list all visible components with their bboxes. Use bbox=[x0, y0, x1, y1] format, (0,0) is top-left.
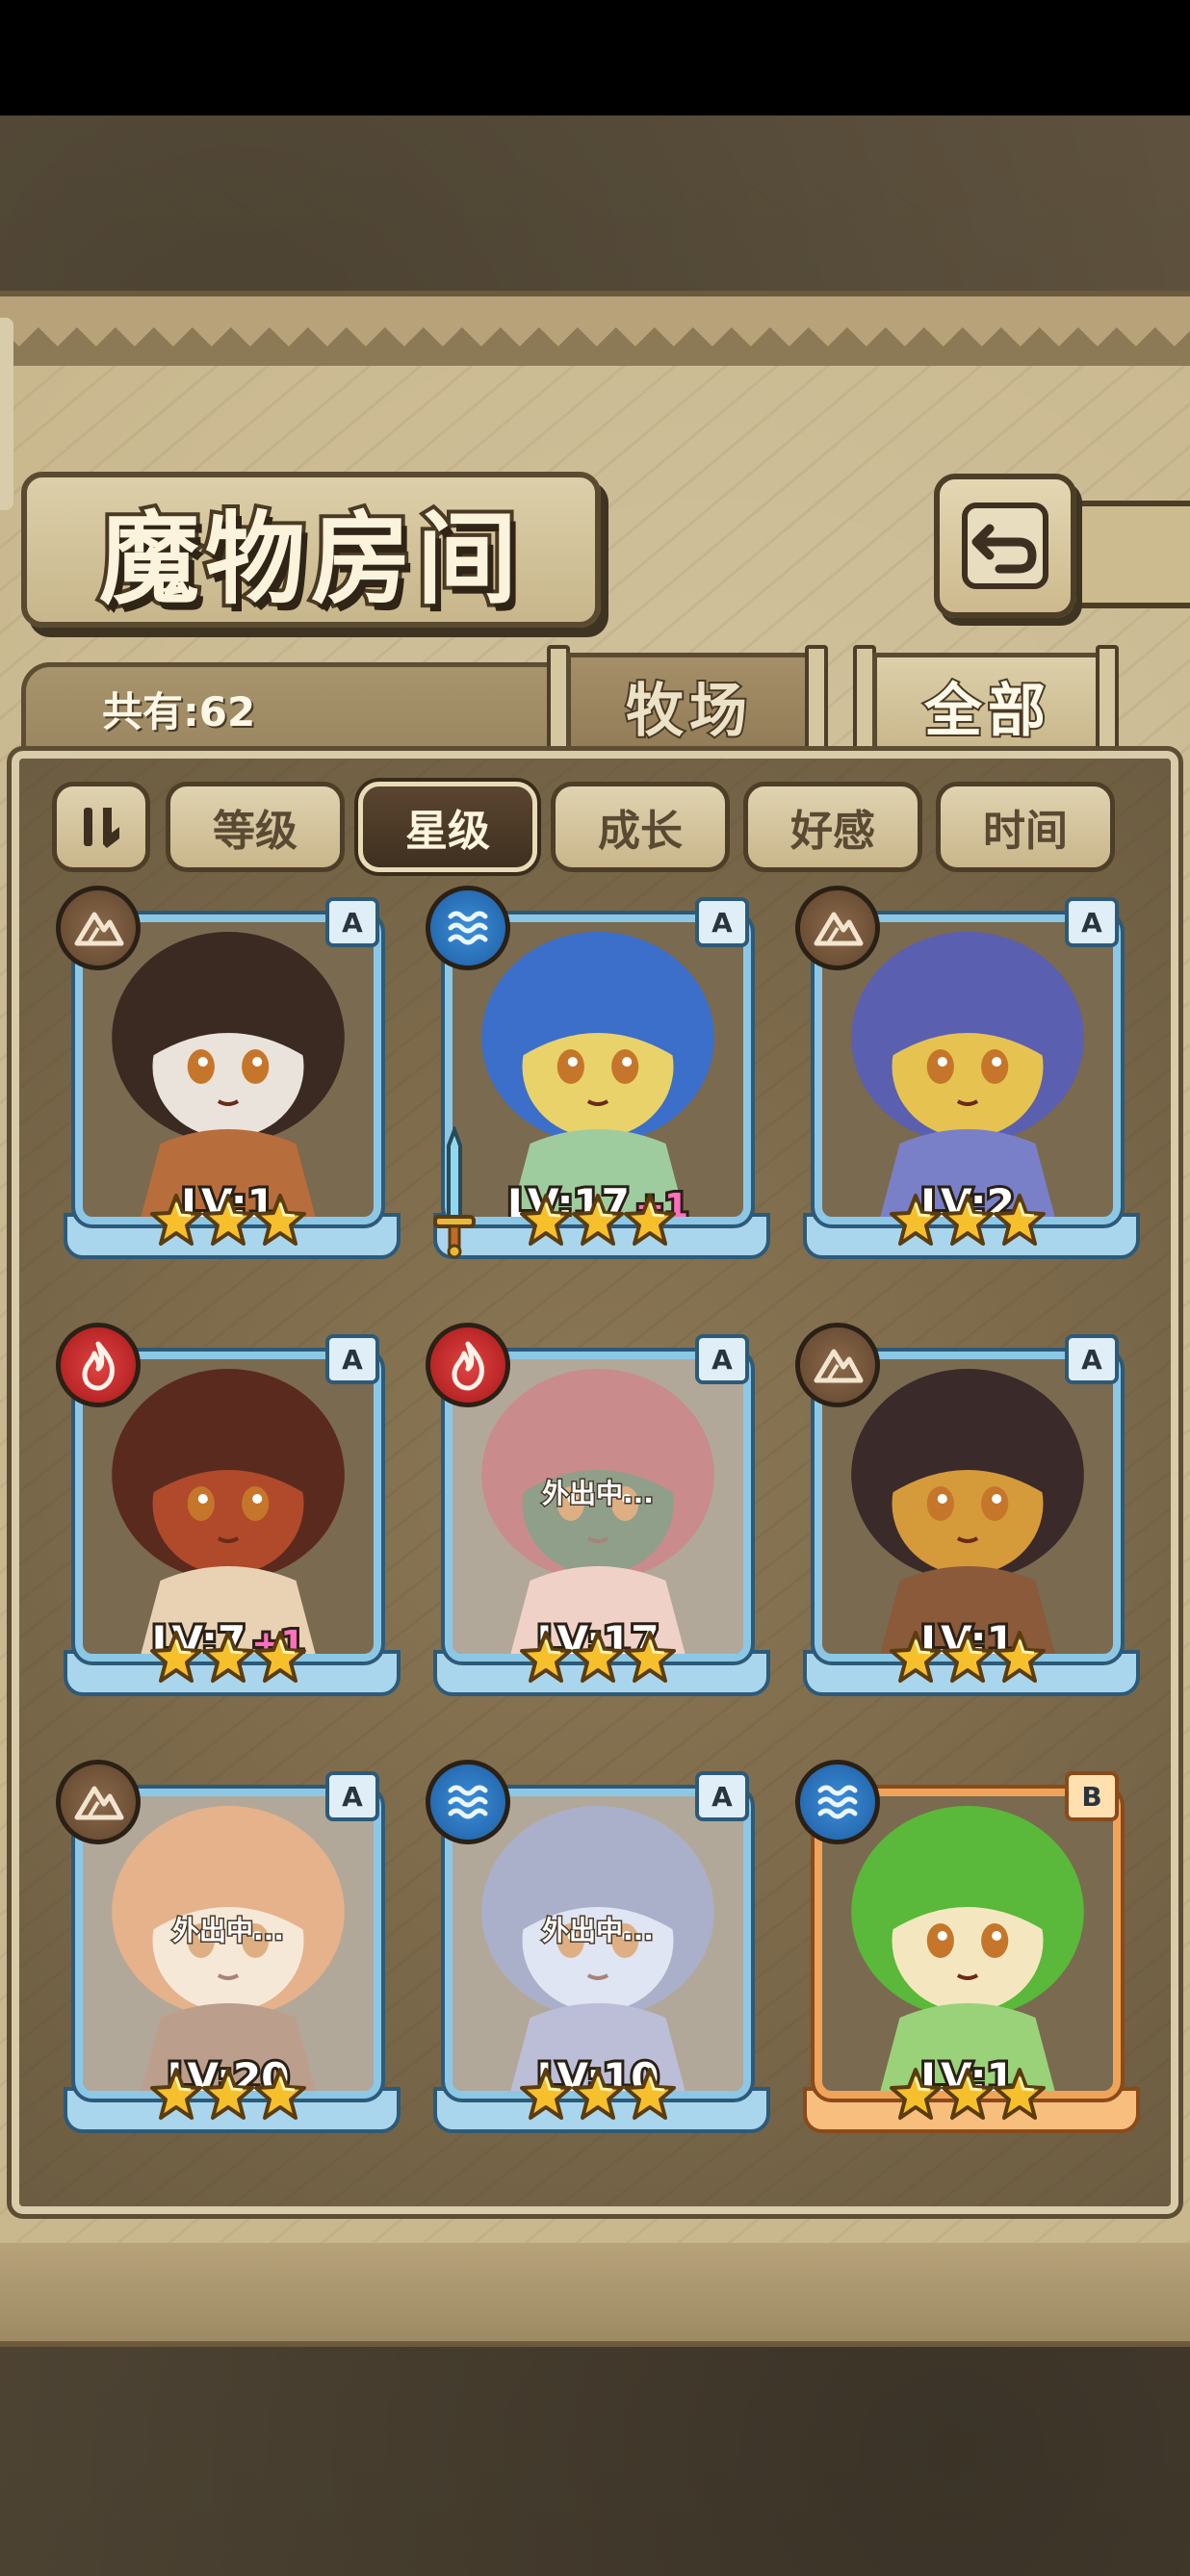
star-icon bbox=[202, 1629, 254, 1698]
away-status: 外出中... bbox=[171, 1914, 286, 1948]
monster-card[interactable]: LV:1A bbox=[795, 1323, 1142, 1727]
star-icon bbox=[150, 1629, 202, 1698]
grade-badge: A bbox=[1065, 897, 1119, 947]
monster-card[interactable]: 外出中...LV:20A bbox=[56, 1760, 402, 2164]
star-icon bbox=[150, 2066, 202, 2135]
star-icon bbox=[994, 1192, 1046, 1261]
sword-icon bbox=[433, 1126, 476, 1259]
star-icon bbox=[624, 1629, 676, 1698]
away-status: 外出中... bbox=[541, 1477, 656, 1511]
earth-element-icon bbox=[56, 886, 141, 970]
grade-badge: A bbox=[325, 897, 379, 947]
grade-badge: A bbox=[695, 1334, 749, 1384]
sort-level-button[interactable]: 等级 bbox=[166, 782, 345, 872]
title-plaque: 魔物房间 bbox=[21, 472, 601, 628]
star-icon bbox=[572, 1192, 624, 1261]
star-icon bbox=[624, 1192, 676, 1261]
star-icon bbox=[520, 2066, 572, 2135]
star-rating bbox=[520, 1192, 676, 1261]
fire-element-icon bbox=[426, 1323, 510, 1407]
sort-order-toggle[interactable] bbox=[52, 782, 150, 872]
grade-badge: A bbox=[1065, 1334, 1119, 1384]
star-icon bbox=[254, 1629, 306, 1698]
tab-ranch-label: 牧场 bbox=[624, 676, 753, 747]
star-rating bbox=[890, 1629, 1046, 1698]
star-icon bbox=[520, 1629, 572, 1698]
star-icon bbox=[520, 1192, 572, 1261]
star-rating bbox=[150, 1192, 306, 1261]
grade-badge: B bbox=[1065, 1771, 1119, 1821]
star-icon bbox=[202, 1192, 254, 1261]
star-rating bbox=[520, 1629, 676, 1698]
grade-badge: A bbox=[325, 1334, 379, 1384]
star-icon bbox=[942, 1629, 994, 1698]
grade-badge: A bbox=[695, 1771, 749, 1821]
sort-affinity-button[interactable]: 好感 bbox=[743, 782, 922, 872]
monster-card[interactable]: LV:1B bbox=[795, 1760, 1142, 2164]
star-icon bbox=[890, 1192, 942, 1261]
star-icon bbox=[150, 1192, 202, 1261]
grade-badge: A bbox=[325, 1771, 379, 1821]
tab-ranch[interactable]: 牧场 bbox=[566, 653, 813, 754]
water-element-icon bbox=[426, 1760, 510, 1844]
return-arrow-icon bbox=[962, 502, 1048, 589]
sort-time-button[interactable]: 时间 bbox=[936, 782, 1115, 872]
star-icon bbox=[572, 1629, 624, 1698]
panel-footer bbox=[0, 2245, 1190, 2347]
earth-element-icon bbox=[56, 1760, 141, 1844]
monster-count: 共有:62 bbox=[102, 688, 256, 735]
star-icon bbox=[254, 2066, 306, 2135]
earth-element-icon bbox=[795, 1323, 880, 1407]
water-element-icon bbox=[426, 886, 510, 970]
monster-card[interactable]: 外出中...LV:10A bbox=[426, 1760, 772, 2164]
sort-growth-button[interactable]: 成长 bbox=[551, 782, 730, 872]
side-notch bbox=[0, 318, 13, 510]
back-button-strip bbox=[1059, 501, 1190, 608]
star-icon bbox=[572, 2066, 624, 2135]
monster-card[interactable]: LV:1A bbox=[56, 886, 402, 1290]
away-status: 外出中... bbox=[541, 1914, 656, 1948]
star-icon bbox=[942, 2066, 994, 2135]
star-icon bbox=[254, 1192, 306, 1261]
star-icon bbox=[942, 1192, 994, 1261]
tab-post bbox=[1096, 645, 1119, 757]
earth-element-icon bbox=[795, 886, 880, 970]
star-rating bbox=[150, 2066, 306, 2135]
tab-post bbox=[805, 645, 828, 757]
star-rating bbox=[520, 2066, 676, 2135]
star-icon bbox=[202, 2066, 254, 2135]
sort-order-icon bbox=[84, 808, 119, 848]
tab-all[interactable]: 全部 bbox=[872, 653, 1103, 754]
star-rating bbox=[890, 1192, 1046, 1261]
star-icon bbox=[994, 2066, 1046, 2135]
star-rating bbox=[890, 2066, 1046, 2135]
grade-badge: A bbox=[695, 897, 749, 947]
star-icon bbox=[624, 2066, 676, 2135]
monster-card[interactable]: LV:2A bbox=[795, 886, 1142, 1290]
star-icon bbox=[890, 2066, 942, 2135]
page-title: 魔物房间 bbox=[95, 496, 523, 622]
monster-card[interactable]: LV:17 +1 A bbox=[426, 886, 772, 1290]
back-button[interactable] bbox=[934, 474, 1076, 618]
sort-stars-button[interactable]: 星级 bbox=[358, 782, 537, 872]
water-element-icon bbox=[795, 1760, 880, 1844]
star-rating bbox=[150, 1629, 306, 1698]
star-icon bbox=[994, 1629, 1046, 1698]
monster-card[interactable]: 外出中...LV:17A bbox=[426, 1323, 772, 1727]
fire-element-icon bbox=[56, 1323, 141, 1407]
star-icon bbox=[890, 1629, 942, 1698]
status-bar bbox=[0, 0, 1190, 116]
monster-card[interactable]: LV:7+1A bbox=[56, 1323, 402, 1727]
tab-all-label: 全部 bbox=[922, 676, 1051, 747]
